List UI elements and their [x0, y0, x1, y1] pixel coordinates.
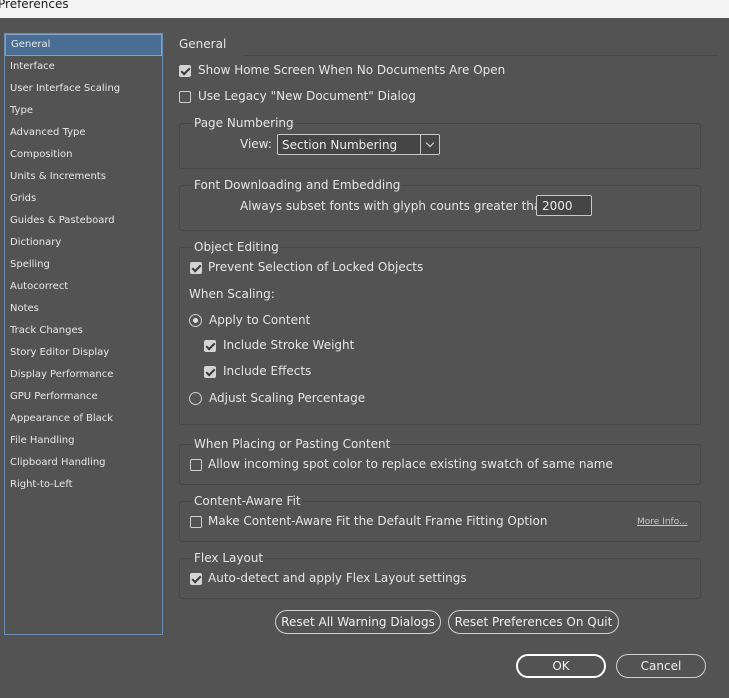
sidebar-item-grids[interactable]: Grids	[5, 188, 162, 210]
include-effects-label: Include Effects	[223, 364, 312, 378]
show-home-screen-label: Show Home Screen When No Documents Are O…	[198, 63, 506, 77]
sidebar-item-file-handling[interactable]: File Handling	[5, 430, 162, 452]
more-info-link[interactable]: More Info...	[637, 517, 688, 527]
show-home-screen-checkbox[interactable]	[179, 65, 191, 77]
sidebar-item-story-editor-display[interactable]: Story Editor Display	[5, 342, 162, 364]
content-aware-heading: Content-Aware Fit	[193, 494, 302, 508]
sidebar-item-dictionary[interactable]: Dictionary	[5, 232, 162, 254]
sidebar-item-advanced-type[interactable]: Advanced Type	[5, 122, 162, 144]
flex-layout-checkbox[interactable]	[190, 573, 202, 585]
page-numbering-view-select[interactable]: Section Numbering	[277, 134, 440, 155]
apply-to-content-label: Apply to Content	[209, 313, 311, 327]
apply-to-content-radio[interactable]	[189, 314, 202, 327]
title-divider	[243, 55, 718, 56]
legacy-new-document-checkbox[interactable]	[179, 91, 191, 103]
sidebar-item-units-increments[interactable]: Units & Increments	[5, 166, 162, 188]
sidebar-item-notes[interactable]: Notes	[5, 298, 162, 320]
ok-button[interactable]: OK	[516, 654, 606, 678]
sidebar-item-autocorrect[interactable]: Autocorrect	[5, 276, 162, 298]
sidebar-item-appearance-of-black[interactable]: Appearance of Black	[5, 408, 162, 430]
cancel-button[interactable]: Cancel	[616, 654, 706, 678]
include-effects-checkbox[interactable]	[204, 366, 216, 378]
object-editing-heading: Object Editing	[193, 240, 280, 254]
legacy-new-document-label: Use Legacy "New Document" Dialog	[198, 89, 416, 103]
sidebar-item-type[interactable]: Type	[5, 100, 162, 122]
sidebar-item-display-performance[interactable]: Display Performance	[5, 364, 162, 386]
page-numbering-heading: Page Numbering	[193, 116, 295, 130]
adjust-scaling-radio[interactable]	[189, 392, 202, 405]
prevent-locked-label: Prevent Selection of Locked Objects	[208, 260, 424, 274]
reset-warning-dialogs-button[interactable]: Reset All Warning Dialogs	[275, 610, 441, 634]
subset-fonts-input[interactable]: 2000	[536, 195, 592, 216]
prevent-locked-checkbox[interactable]	[190, 262, 202, 274]
window-title: Preferences	[0, 0, 69, 11]
page-title: General	[179, 37, 227, 51]
title-bar: Preferences	[0, 0, 729, 18]
subset-fonts-label: Always subset fonts with glyph counts gr…	[240, 199, 553, 213]
content-aware-default-label: Make Content-Aware Fit the Default Frame…	[208, 514, 548, 528]
sidebar: General Interface User Interface Scaling…	[4, 33, 163, 635]
when-scaling-label: When Scaling:	[189, 287, 275, 301]
sidebar-item-composition[interactable]: Composition	[5, 144, 162, 166]
content-aware-default-checkbox[interactable]	[190, 516, 202, 528]
page-numbering-view-value: Section Numbering	[282, 138, 398, 152]
flex-layout-label: Auto-detect and apply Flex Layout settin…	[208, 571, 467, 585]
include-stroke-weight-label: Include Stroke Weight	[223, 338, 355, 352]
adjust-scaling-label: Adjust Scaling Percentage	[209, 391, 366, 405]
sidebar-item-clipboard-handling[interactable]: Clipboard Handling	[5, 452, 162, 474]
chevron-down-icon	[420, 135, 439, 154]
spot-color-label: Allow incoming spot color to replace exi…	[208, 457, 613, 471]
sidebar-item-guides-pasteboard[interactable]: Guides & Pasteboard	[5, 210, 162, 232]
placing-heading: When Placing or Pasting Content	[193, 437, 392, 451]
font-downloading-heading: Font Downloading and Embedding	[193, 178, 402, 192]
sidebar-item-general[interactable]: General	[5, 34, 162, 56]
reset-preferences-button[interactable]: Reset Preferences On Quit	[448, 610, 619, 634]
sidebar-item-interface[interactable]: Interface	[5, 56, 162, 78]
flex-layout-heading: Flex Layout	[193, 551, 265, 565]
sidebar-item-user-interface-scaling[interactable]: User Interface Scaling	[5, 78, 162, 100]
sidebar-item-gpu-performance[interactable]: GPU Performance	[5, 386, 162, 408]
sidebar-item-track-changes[interactable]: Track Changes	[5, 320, 162, 342]
sidebar-item-right-to-left[interactable]: Right-to-Left	[5, 474, 162, 496]
include-stroke-weight-checkbox[interactable]	[204, 340, 216, 352]
view-label: View:	[240, 137, 272, 151]
spot-color-checkbox[interactable]	[190, 459, 202, 471]
sidebar-item-spelling[interactable]: Spelling	[5, 254, 162, 276]
